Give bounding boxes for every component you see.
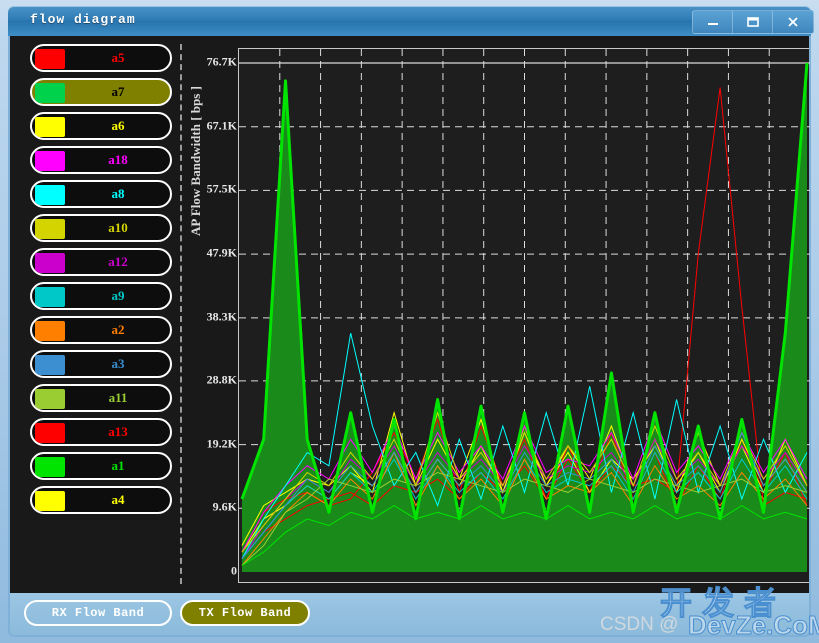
legend-item-label: a9 — [111, 288, 125, 303]
y-axis-ticks: 76.7K 67.1K 57.5K 47.9K 38.3K 28.8K 19.2K 9.6K 0 — [186, 40, 240, 593]
bottom-toolbar: RX Flow Band TX Flow Band — [8, 593, 811, 637]
legend-item-label: a18 — [108, 152, 128, 167]
legend-color-swatch — [35, 151, 65, 171]
legend-color-swatch — [35, 49, 65, 69]
legend-color-swatch — [35, 219, 65, 239]
legend-color-swatch — [35, 389, 65, 409]
legend-item-a9[interactable]: a9 — [30, 282, 172, 310]
legend-color-swatch — [35, 185, 65, 205]
legend-item-a5[interactable]: a5 — [30, 44, 172, 72]
legend-item-label: a8 — [111, 186, 125, 201]
legend-item-a8[interactable]: a8 — [30, 180, 172, 208]
legend-item-label: a1 — [111, 458, 125, 473]
chart-svg — [239, 49, 810, 572]
legend-item-label: a7 — [111, 84, 125, 99]
y-tick-label: 38.3K — [206, 309, 237, 324]
y-tick-label: 0 — [231, 563, 237, 578]
close-icon — [788, 17, 798, 27]
legend-item-label: a6 — [111, 118, 125, 133]
y-tick-label: 57.5K — [206, 181, 237, 196]
legend-item-a18[interactable]: a18 — [30, 146, 172, 174]
y-tick-label: 47.9K — [206, 245, 237, 260]
legend-item-a2[interactable]: a2 — [30, 316, 172, 344]
minimize-icon — [708, 23, 718, 25]
y-tick-label: 28.8K — [206, 372, 237, 387]
minimize-button[interactable] — [692, 10, 734, 34]
maximize-icon — [747, 17, 759, 27]
maximize-button[interactable] — [732, 10, 774, 34]
legend-item-label: a11 — [108, 390, 128, 405]
content-area: a5 a7 a6 a18 a8 a10 a12 a9 a2 a3 a11 a13 a1 a4 AP Flo… — [8, 36, 811, 593]
legend-item-a12[interactable]: a12 — [30, 248, 172, 276]
legend-item-label: a10 — [108, 220, 128, 235]
title-bar: flow diagram — [8, 6, 814, 36]
legend-item-label: a12 — [108, 254, 128, 269]
legend-item-label: a4 — [111, 492, 125, 507]
application-window: flow diagram a5 a7 a6 a18 a8 a10 a12 a9 a2 a3 a11 a… — [0, 0, 819, 643]
rx-flow-band-button[interactable]: RX Flow Band — [24, 600, 172, 626]
legend-item-a7[interactable]: a7 — [30, 78, 172, 106]
legend-color-swatch — [35, 321, 65, 341]
tx-flow-band-button[interactable]: TX Flow Band — [180, 600, 310, 626]
legend-color-swatch — [35, 491, 65, 511]
close-button[interactable] — [772, 10, 814, 34]
legend-item-label: a2 — [111, 322, 125, 337]
legend-item-a1[interactable]: a1 — [30, 452, 172, 480]
legend-color-swatch — [35, 457, 65, 477]
y-tick-label: 9.6K — [212, 499, 237, 514]
plot-area — [238, 48, 810, 583]
legend-item-a13[interactable]: a13 — [30, 418, 172, 446]
legend-item-a3[interactable]: a3 — [30, 350, 172, 378]
legend-item-a6[interactable]: a6 — [30, 112, 172, 140]
y-tick-label: 76.7K — [206, 54, 237, 69]
chart-area: AP Flow Bandwidth [ bps ] 76.7K 67.1K 57.5… — [186, 40, 810, 593]
legend-color-swatch — [35, 423, 65, 443]
legend-color-swatch — [35, 117, 65, 137]
legend-item-a11[interactable]: a11 — [30, 384, 172, 412]
legend-color-swatch — [35, 355, 65, 375]
legend-color-swatch — [35, 83, 65, 103]
window-title: flow diagram — [30, 12, 136, 27]
legend-panel: a5 a7 a6 a18 a8 a10 a12 a9 a2 a3 a11 a13 a1 a4 — [22, 44, 182, 584]
legend-item-label: a3 — [111, 356, 125, 371]
legend-item-a4[interactable]: a4 — [30, 486, 172, 514]
y-tick-label: 19.2K — [206, 436, 237, 451]
legend-item-label: a13 — [108, 424, 128, 439]
legend-color-swatch — [35, 253, 65, 273]
y-tick-label: 67.1K — [206, 118, 237, 133]
legend-item-a10[interactable]: a10 — [30, 214, 172, 242]
legend-color-swatch — [35, 287, 65, 307]
legend-item-label: a5 — [111, 50, 125, 65]
